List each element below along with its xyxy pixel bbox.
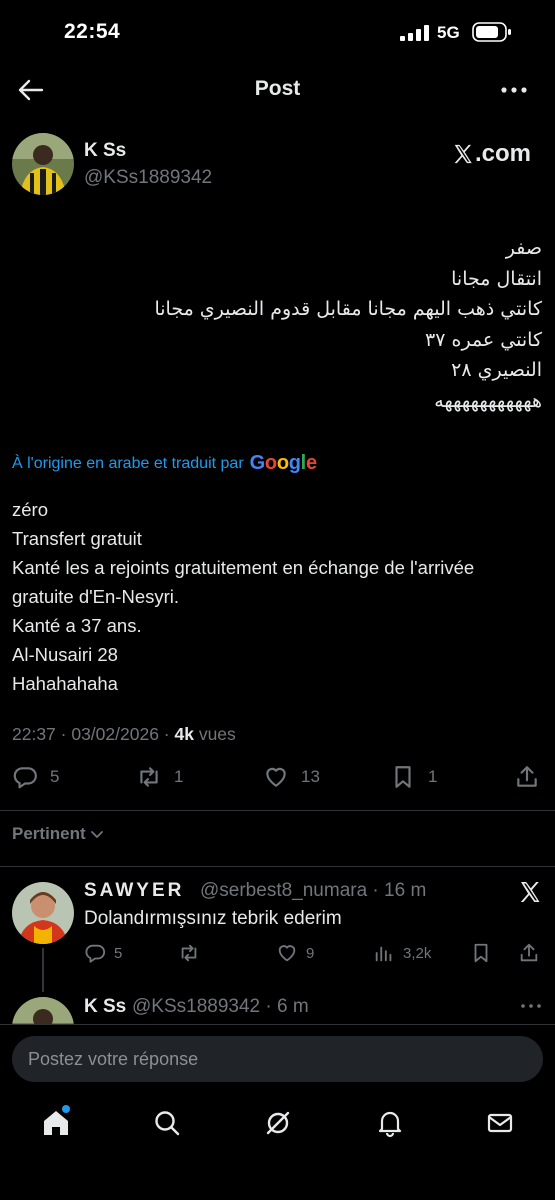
reply-actions: 5 9 3,2k (0, 942, 555, 968)
google-logo: Google (249, 452, 317, 474)
reply-like-button[interactable]: 9 (276, 942, 314, 964)
author-name[interactable]: K Ss (84, 140, 126, 162)
status-bar: 22:54 5G (0, 0, 555, 66)
reply-icon (85, 944, 106, 963)
reply-share-button[interactable] (518, 942, 548, 964)
views-chart-icon (375, 946, 392, 962)
reply-reply-count: 5 (114, 944, 123, 962)
divider (0, 866, 555, 867)
translation-line: Transfert gratuit (12, 528, 142, 549)
heart-icon (266, 767, 286, 787)
repost-icon (140, 767, 158, 787)
arabic-line: هههههههههههه (434, 389, 542, 412)
messages-icon[interactable] (485, 1108, 515, 1138)
post-translation: zéro Transfert gratuit Kanté les a rejoi… (12, 495, 542, 698)
like-button[interactable]: 13 (263, 764, 320, 790)
reply-views-button[interactable]: 3,2k (373, 942, 431, 964)
translation-line: Al-Nusairi 28 (12, 644, 118, 665)
reply-icon (13, 767, 37, 789)
grok-icon[interactable] (263, 1108, 293, 1138)
like-count: 13 (301, 767, 320, 786)
notification-dot (62, 1105, 70, 1113)
reply-input[interactable] (12, 1036, 543, 1082)
share-icon (520, 943, 538, 962)
reply-bookmark-button[interactable] (470, 942, 500, 964)
more-options-icon[interactable] (520, 1000, 542, 1012)
page-title: Post (254, 77, 301, 100)
repost-icon (181, 944, 197, 962)
reply-views-count: 3,2k (403, 944, 432, 962)
repost-button[interactable]: 1 (136, 764, 183, 790)
notifications-bell-icon[interactable] (375, 1108, 405, 1138)
reply2-author-handle[interactable]: @KSs1889342 · 6 m (132, 996, 309, 1018)
reply-repost-button[interactable] (178, 942, 208, 964)
bottom-nav (0, 1094, 555, 1200)
status-time: 22:54 (64, 20, 121, 43)
x-logo-icon (520, 882, 540, 902)
views-count: 4k (174, 724, 194, 744)
network-label: 5G (437, 23, 460, 42)
reply-author-name[interactable]: SAWYER (84, 880, 184, 902)
translation-line: Kanté a 37 ans. (12, 615, 142, 636)
post-actions: 5 1 13 1 (0, 764, 555, 796)
post-original-text: صفر انتقال مجانا كانتي ذهب اليهم مجانا م… (12, 233, 542, 416)
divider (0, 810, 555, 811)
bookmark-count: 1 (428, 767, 438, 786)
reply-count: 5 (50, 767, 60, 786)
arabic-line: كانتي عمره ٣٧ (425, 328, 542, 351)
post-header: Post (0, 66, 555, 114)
more-options-icon[interactable] (500, 78, 528, 102)
reply-author-handle[interactable]: @serbest8_numara · 16 m (200, 880, 426, 902)
bookmark-icon (474, 943, 488, 963)
watermark-text: .com (475, 140, 532, 167)
author-handle[interactable]: @KSs1889342 (84, 167, 212, 189)
heart-icon (278, 945, 296, 962)
reply-like-count: 9 (306, 944, 315, 962)
views-label: vues (193, 724, 236, 744)
repost-count: 1 (174, 767, 184, 786)
arabic-line: انتقال مجانا (451, 267, 542, 290)
reply-reply-button[interactable]: 5 (84, 942, 122, 964)
bookmark-icon (395, 766, 411, 788)
author-avatar[interactable] (12, 133, 74, 195)
signal-icon (400, 25, 429, 41)
translation-line: gratuite d'En-Nesyri. (12, 586, 180, 607)
translation-line: Hahahahaha (12, 673, 118, 694)
arabic-line: صفر (505, 237, 542, 259)
reply-text: Dolandırmışsınız tebrik ederim (84, 908, 342, 929)
reply2-author-name[interactable]: K Ss (84, 996, 126, 1018)
share-button[interactable] (514, 764, 552, 790)
bookmark-button[interactable]: 1 (390, 764, 437, 790)
reply-button[interactable]: 5 (12, 764, 59, 790)
reply-composer[interactable] (12, 1036, 543, 1082)
post-timestamp: 22:37 · 03/02/2026 · (12, 724, 175, 744)
search-icon[interactable] (152, 1108, 182, 1138)
arabic-line: كانتي ذهب اليهم مجانا مقابل قدوم النصيري… (154, 298, 542, 320)
arabic-line: النصيري ٢٨ (451, 359, 542, 381)
translation-line: Kanté les a rejoints gratuitement en éch… (12, 557, 475, 578)
translation-label: À l'origine en arabe et traduit par (12, 454, 244, 472)
post-meta: 22:37 · 03/02/2026 · 4k vues (12, 724, 236, 745)
reply-avatar[interactable] (12, 882, 74, 944)
chevron-down-icon (90, 831, 103, 838)
translation-line: zéro (12, 499, 48, 520)
translation-attribution[interactable]: À l'origine en arabe et traduit par Goog… (12, 452, 317, 475)
battery-icon (472, 22, 511, 42)
sort-label: Pertinent (12, 824, 86, 843)
share-icon (517, 766, 537, 787)
sort-dropdown[interactable]: Pertinent (12, 824, 105, 844)
x-com-watermark: .com (452, 140, 531, 168)
x-logo-icon (454, 144, 472, 164)
